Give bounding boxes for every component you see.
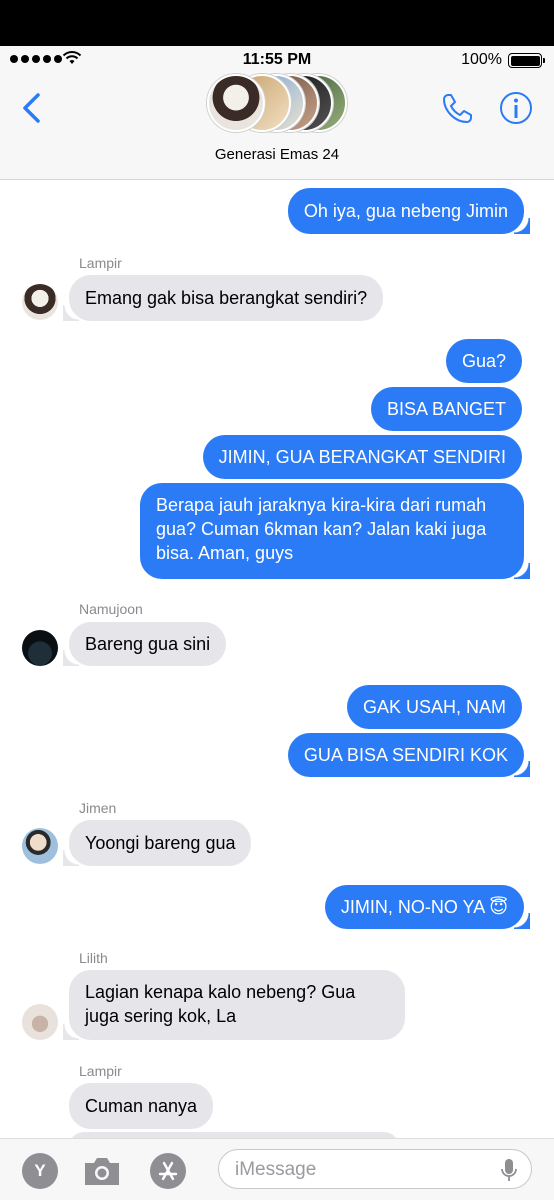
message-text: Yoongi bareng gua	[85, 833, 236, 853]
back-chevron-icon[interactable]	[20, 92, 44, 124]
message-text: GAK USAH, NAM	[362, 697, 506, 717]
sent-message[interactable]: BISA BANGET	[370, 387, 522, 431]
sent-message[interactable]: GUA BISA SENDIRI KOK	[287, 733, 531, 777]
phone-call-icon[interactable]	[440, 90, 476, 126]
sent-message[interactable]: GAK USAH, NAM	[346, 685, 522, 729]
apps-button-label: Y	[34, 1161, 46, 1180]
conversation-header: 11:55 PM 100% Generasi Emas 24	[0, 46, 554, 180]
sender-name: Lampir	[79, 255, 122, 271]
message-text: Gua?	[461, 351, 506, 371]
app-store-button[interactable]	[150, 1153, 186, 1189]
received-message[interactable]: Emang gak bisa berangkat sendiri?	[62, 275, 384, 321]
imessage-input[interactable]	[235, 1158, 485, 1182]
battery-percentage: 100%	[461, 51, 502, 68]
contact-avatar[interactable]	[22, 1004, 58, 1040]
message-text: Berapa jauh jaraknya kira-kira dari ruma…	[156, 495, 487, 563]
microphone-icon[interactable]	[501, 1158, 517, 1182]
avatar	[207, 74, 265, 132]
received-message[interactable]: Lagian kenapa kalo nebeng? Gua juga seri…	[63, 970, 405, 1040]
received-message[interactable]: Bareng gua sini	[62, 622, 227, 666]
message-composer-bar: Y	[0, 1138, 554, 1200]
sent-message[interactable]: JIMIN, GUA BERANGKAT SENDIRI	[202, 435, 522, 479]
contact-avatar[interactable]	[22, 828, 58, 864]
group-name[interactable]: Generasi Emas 24	[0, 146, 554, 163]
message-text: GUA BISA SENDIRI KOK	[303, 745, 508, 765]
received-message[interactable]: Yoongi bareng gua	[62, 820, 252, 866]
sender-name: Lilith	[79, 950, 108, 966]
sender-name: Namujoon	[79, 601, 143, 617]
apps-button[interactable]: Y	[22, 1153, 58, 1189]
contact-avatar[interactable]	[22, 630, 58, 666]
info-icon[interactable]	[498, 90, 534, 126]
message-text: Lagian kenapa kalo nebeng? Gua juga seri…	[85, 982, 356, 1026]
received-message[interactable]: Cuman nanya	[69, 1083, 214, 1129]
battery-icon	[508, 53, 545, 68]
sender-name: Lampir	[79, 1063, 122, 1079]
group-avatars[interactable]	[207, 74, 347, 134]
top-notch-area	[0, 0, 554, 46]
message-text: Cuman nanya	[85, 1096, 198, 1116]
contact-avatar[interactable]	[22, 284, 58, 320]
message-text: JIMIN, GUA BERANGKAT SENDIRI	[218, 447, 506, 467]
message-text: Bareng gua sini	[85, 634, 211, 654]
message-text: Oh iya, gua nebeng Jimin	[303, 201, 508, 221]
sent-message[interactable]: Gua?	[445, 339, 522, 383]
message-text: JIMIN, NO-NO YA 😇	[340, 897, 508, 917]
sent-message[interactable]: Berapa jauh jaraknya kira-kira dari ruma…	[140, 483, 530, 579]
sent-message[interactable]: Oh iya, gua nebeng Jimin	[287, 188, 531, 234]
sent-message[interactable]: JIMIN, NO-NO YA 😇	[324, 885, 531, 929]
message-text: Emang gak bisa berangkat sendiri?	[85, 288, 368, 308]
camera-icon[interactable]	[82, 1155, 122, 1187]
message-text: BISA BANGET	[386, 399, 506, 419]
sender-name: Jimen	[79, 800, 117, 816]
status-bar: 11:55 PM 100%	[0, 46, 554, 74]
imessage-field[interactable]	[218, 1149, 532, 1189]
app-store-icon	[158, 1161, 178, 1181]
